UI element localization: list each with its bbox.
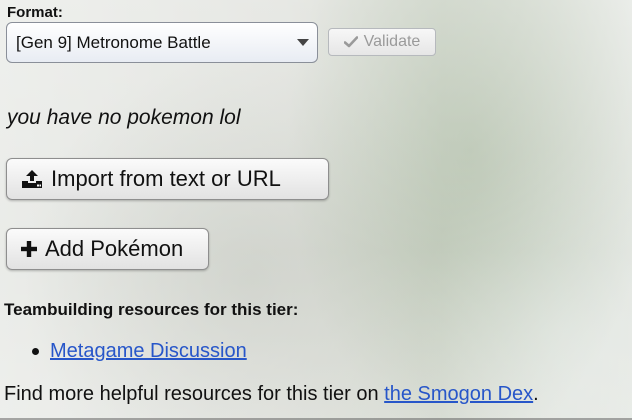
footer-text: Find more helpful resources for this tie… [4,383,385,405]
format-selected-value: [Gen 9] Metronome Battle [16,32,211,52]
import-button[interactable]: Import from text or URL [6,158,329,200]
import-label: Import from text or URL [51,166,281,191]
resources-heading: Teambuilding resources for this tier: [4,300,299,319]
validate-label: Validate [363,33,421,50]
add-pokemon-label: Add Pokémon [45,236,184,261]
empty-team-message: you have no pokemon lol [7,106,241,129]
format-select[interactable]: [Gen 9] Metronome Battle [6,22,318,63]
validate-button[interactable]: Validate [328,28,436,56]
dropdown-arrow-icon [297,39,309,46]
plus-icon [21,241,37,257]
check-icon [343,36,358,48]
format-label: Format: [7,4,63,21]
metagame-discussion-link[interactable]: Metagame Discussion [50,340,247,363]
resources-list: Metagame Discussion [32,340,247,363]
smogon-dex-text: Find more helpful resources for this tie… [4,383,539,406]
upload-icon [21,169,43,189]
footer-suffix: . [533,383,539,405]
teambuilder-panel: Format: [Gen 9] Metronome Battle Validat… [0,0,632,420]
add-pokemon-button[interactable]: Add Pokémon [6,228,209,270]
list-bullet [32,348,39,355]
smogon-dex-link[interactable]: the Smogon Dex [384,383,533,405]
